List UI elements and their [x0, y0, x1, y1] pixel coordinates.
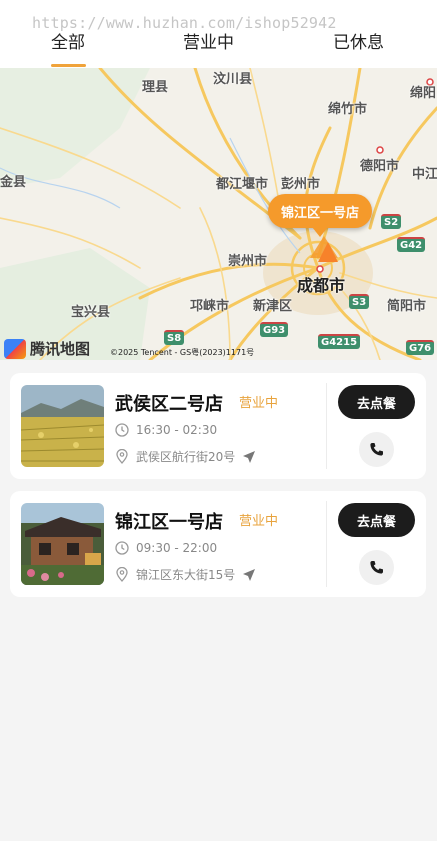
- store-callout[interactable]: 锦江区一号店: [268, 194, 372, 237]
- card-divider: [326, 383, 327, 469]
- map-logo-text: 腾讯地图: [30, 340, 91, 358]
- road-shield: G76: [406, 340, 435, 355]
- address-row: 锦江区东大街15号: [115, 566, 256, 583]
- phone-icon: [369, 560, 384, 575]
- map-copyright: ©2025 Tencent - GS粤(2023)1171号: [110, 348, 255, 357]
- call-button[interactable]: [359, 550, 394, 585]
- store-name: 锦江区一号店: [115, 512, 223, 533]
- hours-row: 09:30 - 22:00: [115, 541, 217, 555]
- map-city-label: 彭州市: [281, 177, 321, 192]
- map-city-label: 崇州市: [228, 254, 268, 269]
- map-city-label: 都江堰市: [216, 177, 269, 192]
- map-city-label: 简阳市: [387, 299, 427, 314]
- navigate-icon[interactable]: [242, 568, 256, 582]
- order-button[interactable]: 去点餐: [338, 503, 415, 537]
- map-city-label: 绵竹市: [328, 102, 368, 117]
- navigate-icon[interactable]: [242, 450, 256, 464]
- clock-icon: [115, 541, 129, 555]
- store-photo: [21, 385, 104, 467]
- status-badge: 营业中: [239, 514, 279, 529]
- store-address: 武侯区航行街20号: [136, 450, 236, 464]
- tab-open[interactable]: 营业中: [183, 28, 234, 53]
- call-button[interactable]: [359, 432, 394, 467]
- road-shield: G42: [397, 237, 426, 252]
- road-shield: S3: [349, 294, 370, 309]
- map-city-label: 理县: [142, 80, 169, 95]
- store-card[interactable]: 武侯区二号店 营业中 16:30 - 02:30 武侯区航行街20号 去点餐: [10, 373, 426, 479]
- road-shield: G93: [260, 322, 289, 337]
- location-pin-icon: [115, 449, 129, 464]
- map-logo: 腾讯地图: [4, 338, 90, 359]
- store-hours: 16:30 - 02:30: [136, 423, 218, 437]
- map-city-label: 成都市: [297, 276, 346, 295]
- map-city-label: 邛崃市: [190, 299, 230, 314]
- card-divider: [326, 501, 327, 587]
- store-card[interactable]: 锦江区一号店 营业中 09:30 - 22:00 锦江区东大街15号 去点餐: [10, 491, 426, 597]
- store-photo: [21, 503, 104, 585]
- map-city-label: 金县: [0, 175, 27, 190]
- hours-row: 16:30 - 02:30: [115, 423, 217, 437]
- order-button[interactable]: 去点餐: [338, 385, 415, 419]
- status-badge: 营业中: [239, 396, 279, 411]
- active-tab-indicator: [51, 64, 86, 67]
- map-city-label: 汶川县: [213, 72, 253, 87]
- tab-closed[interactable]: 已休息: [333, 28, 384, 53]
- map-city-label: 德阳市: [360, 159, 400, 174]
- clock-icon: [115, 423, 129, 437]
- tab-all[interactable]: 全部: [51, 28, 85, 53]
- address-row: 武侯区航行街20号: [115, 448, 256, 465]
- map-city-label: 绵阳: [410, 86, 437, 101]
- road-shield: G4215: [318, 334, 361, 349]
- phone-icon: [369, 442, 384, 457]
- store-name: 武侯区二号店: [115, 394, 223, 415]
- map-city-label: 宝兴县: [71, 305, 111, 320]
- road-shield: S2: [381, 214, 402, 229]
- road-shield: S8: [164, 330, 185, 345]
- map-city-label: 中江: [412, 167, 437, 182]
- location-pin-icon: [115, 567, 129, 582]
- store-address: 锦江区东大街15号: [136, 568, 236, 582]
- store-map[interactable]: 理县 汶川县 绵竹市 绵阳 德阳市 中江 金县 都江堰市 彭州市 崇州市 成都市…: [0, 68, 437, 360]
- tencent-map-logo-icon: [4, 338, 26, 359]
- map-city-label: 新津区: [253, 299, 293, 314]
- tab-bar: https://www.huzhan.com/ishop52942 全部 营业中…: [0, 0, 437, 68]
- store-hours: 09:30 - 22:00: [136, 541, 218, 555]
